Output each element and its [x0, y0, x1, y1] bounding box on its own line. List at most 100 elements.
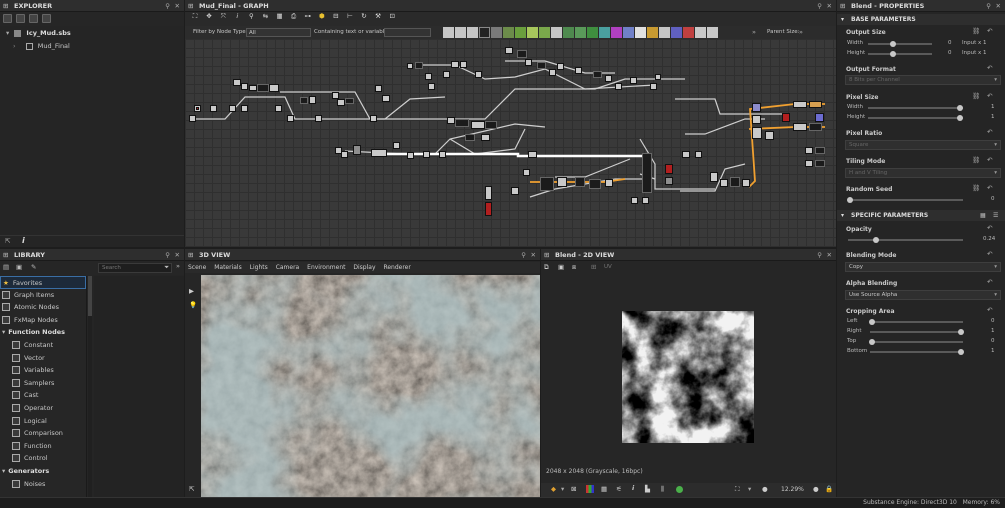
copy-icon[interactable]: ⧉	[544, 263, 549, 272]
link-icon[interactable]: ⛓	[972, 27, 980, 35]
library-item[interactable]: Constant	[0, 339, 86, 352]
picker-icon[interactable]: ⚟	[616, 485, 622, 493]
reset-icon[interactable]: ↶	[987, 92, 992, 100]
swatch-transform-icon[interactable]	[646, 27, 658, 38]
graph-node[interactable]	[423, 151, 430, 158]
text-filter-input[interactable]	[384, 28, 431, 37]
library-item[interactable]: ▾ Function Nodes	[0, 326, 86, 339]
swatch-fxmap-icon[interactable]	[682, 27, 694, 38]
graph-node[interactable]	[233, 79, 241, 86]
library-item[interactable]: Cast	[0, 389, 86, 402]
light-icon[interactable]: 💡	[189, 301, 197, 309]
library-item[interactable]: Noises	[0, 478, 86, 491]
alpha-blending-dropdown[interactable]: Use Source Alpha	[845, 290, 1001, 300]
library-item[interactable]: Comparison	[0, 427, 86, 440]
swatch-bitmap-icon[interactable]	[442, 27, 454, 38]
graph-node[interactable]	[393, 142, 400, 149]
pin-icon[interactable]: ⚲	[521, 249, 526, 261]
link-icon[interactable]: ⛓	[972, 184, 980, 192]
menu-display[interactable]: Display	[353, 264, 375, 271]
crop-bottom-slider[interactable]	[870, 349, 964, 355]
library-item[interactable]: Atomic Nodes	[0, 301, 86, 314]
slider-handle[interactable]	[958, 349, 964, 355]
search-icon[interactable]: ⚲	[245, 12, 257, 20]
save-all-icon[interactable]	[42, 14, 52, 23]
export-icon[interactable]: ⊡	[386, 12, 398, 20]
swatch-output-icon[interactable]	[706, 27, 718, 38]
graph-node[interactable]	[630, 77, 637, 84]
layout-icon[interactable]: ⊟	[330, 12, 342, 20]
graph-node[interactable]	[407, 63, 413, 69]
graph-node[interactable]	[752, 103, 761, 112]
graph-node[interactable]	[353, 145, 361, 155]
swatch-blend-icon[interactable]	[490, 27, 502, 38]
layers-icon[interactable]: ◆	[551, 485, 556, 493]
rgba-icon[interactable]	[586, 485, 594, 493]
frame-selected-icon[interactable]: ✥	[203, 12, 215, 20]
package-row[interactable]: ▾ Icy_Mud.sbs	[0, 27, 184, 40]
graph-node[interactable]	[809, 123, 822, 131]
reset-zoom-icon[interactable]: ●	[762, 485, 768, 493]
graph-node[interactable]	[485, 202, 492, 216]
slider-handle[interactable]	[872, 237, 879, 243]
graph-node[interactable]	[371, 149, 387, 157]
swatch-text-icon[interactable]	[694, 27, 706, 38]
python-icon[interactable]: ⬢	[316, 12, 328, 20]
graph-node[interactable]	[540, 177, 554, 191]
graph-node[interactable]	[517, 50, 527, 58]
swatch-blur-icon[interactable]	[502, 27, 514, 38]
graph-node[interactable]	[665, 177, 673, 185]
swatch-normal-icon[interactable]	[622, 27, 634, 38]
graph-node[interactable]	[471, 121, 485, 129]
more-icon[interactable]: »	[752, 28, 756, 36]
view3d-viewport[interactable]	[201, 275, 540, 497]
crop-right-slider[interactable]	[870, 329, 964, 335]
graph-node[interactable]	[615, 83, 622, 90]
graph-node[interactable]	[730, 177, 740, 187]
slider-handle[interactable]	[957, 105, 963, 111]
uv-toggle-icon[interactable]: ⊞	[591, 263, 596, 271]
graph-node[interactable]	[505, 47, 513, 54]
swatch-emboss-icon[interactable]	[562, 27, 574, 38]
info-icon[interactable]: i	[231, 12, 243, 20]
graph-node[interactable]	[257, 84, 269, 92]
swatch-directional-icon[interactable]	[538, 27, 550, 38]
graph-node[interactable]	[575, 67, 582, 74]
graph-node[interactable]	[815, 147, 825, 154]
view-icon[interactable]: ▤	[3, 263, 9, 271]
graph-node[interactable]	[650, 83, 657, 90]
collapse-arrow-icon[interactable]: ›	[13, 42, 16, 50]
menu-materials[interactable]: Materials	[214, 264, 242, 271]
graph-node[interactable]	[249, 85, 257, 91]
graph-node[interactable]	[605, 75, 612, 82]
reset-icon[interactable]: ↶	[987, 27, 992, 35]
filter-select[interactable]: All	[246, 28, 311, 37]
library-item[interactable]: Logical	[0, 415, 86, 428]
graph-node[interactable]	[642, 197, 649, 204]
graph-node[interactable]	[407, 152, 414, 159]
width-mode[interactable]: Input x 1	[962, 40, 987, 46]
pin-icon[interactable]: ⚲	[165, 249, 170, 261]
more-icon[interactable]: »	[799, 28, 803, 36]
uv-dropdown[interactable]: UV	[604, 264, 612, 270]
graph-node[interactable]	[752, 127, 762, 139]
graph-node[interactable]	[642, 153, 652, 193]
refresh-icon[interactable]: ↻	[358, 12, 370, 20]
lock-icon[interactable]: 🔒	[825, 485, 833, 493]
graph-node[interactable]	[805, 160, 813, 167]
graph-node[interactable]	[300, 97, 308, 104]
graph-node[interactable]	[210, 105, 217, 112]
info-icon[interactable]: i	[632, 484, 634, 492]
slider-handle[interactable]	[869, 339, 875, 345]
library-item[interactable]: Samplers	[0, 377, 86, 390]
tile-icon[interactable]: ▦	[601, 485, 607, 493]
graph-node[interactable]	[275, 105, 282, 112]
slider-handle[interactable]	[957, 115, 963, 121]
node-icon[interactable]: ⊶	[302, 12, 314, 20]
reset-icon[interactable]: ↶	[987, 224, 992, 232]
library-item[interactable]: Vector	[0, 352, 86, 365]
pixel-ratio-dropdown[interactable]: Square	[845, 140, 1001, 150]
library-item[interactable]: Operator	[0, 402, 86, 415]
graph-node[interactable]	[315, 115, 322, 122]
grid-icon[interactable]: ▦	[274, 12, 286, 20]
